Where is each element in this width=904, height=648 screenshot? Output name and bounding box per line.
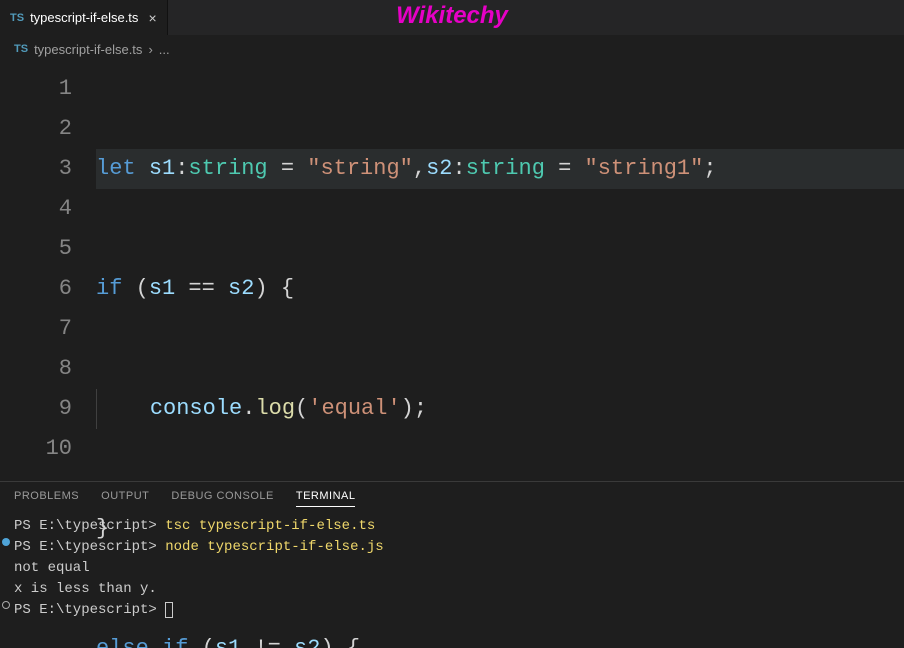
line-number: 3	[0, 149, 72, 189]
bottom-panel: PROBLEMS OUTPUT DEBUG CONSOLE TERMINAL P…	[0, 481, 904, 648]
close-icon[interactable]: ×	[148, 10, 156, 26]
line-number: 8	[0, 349, 72, 389]
code-area[interactable]: let s1:string = "string",s2:string = "st…	[96, 63, 904, 481]
terminal[interactable]: PS E:\typescript> tsc typescript-if-else…	[0, 512, 904, 625]
chevron-right-icon: ›	[148, 42, 152, 57]
status-dot-icon	[2, 601, 10, 609]
tab-problems[interactable]: PROBLEMS	[14, 490, 79, 507]
line-gutter: 1 2 3 4 5 6 7 8 9 10	[0, 63, 96, 481]
line-number: 9	[0, 389, 72, 429]
typescript-icon: TS	[10, 12, 24, 24]
tab-bar: TS typescript-if-else.ts × Wikitechy	[0, 0, 904, 35]
tab-filename: typescript-if-else.ts	[30, 10, 138, 25]
code-editor[interactable]: 1 2 3 4 5 6 7 8 9 10 let s1:string = "st…	[0, 63, 904, 481]
panel-tabs: PROBLEMS OUTPUT DEBUG CONSOLE TERMINAL	[0, 482, 904, 512]
code-line[interactable]: else if (s1 != s2) {	[96, 629, 904, 648]
tab-terminal[interactable]: TERMINAL	[296, 490, 356, 507]
code-line[interactable]: let s1:string = "string",s2:string = "st…	[96, 149, 904, 189]
cursor-icon	[165, 602, 173, 618]
editor-tab[interactable]: TS typescript-if-else.ts ×	[0, 0, 168, 35]
terminal-line: PS E:\typescript> node typescript-if-els…	[14, 537, 890, 558]
watermark-text: Wikitechy	[396, 2, 508, 30]
tab-debug-console[interactable]: DEBUG CONSOLE	[171, 490, 273, 507]
line-number: 6	[0, 269, 72, 309]
line-number: 2	[0, 109, 72, 149]
tab-output[interactable]: OUTPUT	[101, 490, 149, 507]
line-number: 4	[0, 189, 72, 229]
terminal-output: not equal	[14, 558, 890, 579]
terminal-output: x is less than y.	[14, 579, 890, 600]
breadcrumb[interactable]: TS typescript-if-else.ts › ...	[0, 35, 904, 63]
code-line[interactable]: console.log('equal');	[96, 389, 904, 429]
breadcrumb-file: typescript-if-else.ts	[34, 42, 142, 57]
terminal-line: PS E:\typescript>	[14, 600, 890, 621]
line-number: 1	[0, 69, 72, 109]
terminal-line: PS E:\typescript> tsc typescript-if-else…	[14, 516, 890, 537]
breadcrumb-rest: ...	[159, 42, 170, 57]
line-number: 7	[0, 309, 72, 349]
line-number: 10	[0, 429, 72, 469]
code-line[interactable]: if (s1 == s2) {	[96, 269, 904, 309]
line-number: 5	[0, 229, 72, 269]
status-dot-icon	[2, 538, 10, 546]
typescript-icon: TS	[14, 43, 28, 55]
